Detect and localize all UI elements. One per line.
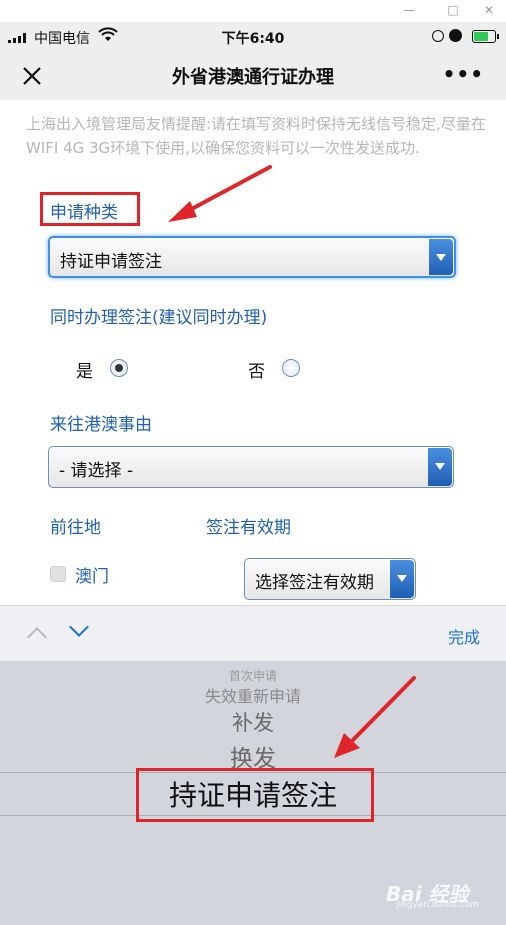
orientation-lock-icon — [432, 30, 444, 42]
alarm-icon — [449, 29, 462, 42]
validity-select[interactable]: 选择签注有效期 — [244, 558, 416, 600]
watermark-sub: jingyan.baidu.com — [396, 900, 480, 910]
more-button[interactable]: ••• — [443, 64, 484, 84]
picker-option[interactable]: 失效重新申请 — [0, 683, 506, 707]
nav-bar: 外省港澳通行证办理 ••• — [0, 52, 506, 100]
picker-toolbar: 完成 — [0, 605, 506, 661]
reason-select[interactable]: - 请选择 - — [48, 446, 454, 488]
yes-label: 是 — [76, 362, 93, 382]
chevron-up-icon[interactable] — [27, 627, 47, 647]
chevron-down-icon[interactable] — [69, 617, 89, 637]
dropdown-arrow-icon — [390, 560, 414, 598]
picker-option[interactable]: 首次申请 — [0, 667, 506, 684]
maximize-icon[interactable]: □ — [444, 2, 462, 18]
reason-label: 来往港澳事由 — [50, 415, 152, 435]
destination-label: 前往地 — [50, 518, 101, 538]
done-button[interactable]: 完成 — [448, 624, 480, 648]
simultaneous-label: 同时办理签注(建议同时办理) — [50, 308, 268, 328]
minimize-icon[interactable]: — — [400, 2, 418, 18]
highlight-box — [136, 768, 374, 822]
close-window-icon[interactable]: ✕ — [480, 2, 498, 18]
dropdown-arrow-icon — [428, 448, 452, 486]
form-content: 上海出入境管理局友情提醒:请在填写资料时保持无线信号稳定,尽量在WIFI 4G … — [0, 100, 506, 605]
yes-radio[interactable] — [110, 359, 128, 377]
apply-type-label: 申请种类 — [50, 203, 118, 223]
picker-option[interactable]: 补发 — [0, 707, 506, 737]
page-title: 外省港澳通行证办理 — [172, 67, 334, 88]
dropdown-arrow-icon — [429, 239, 453, 275]
validity-label: 签注有效期 — [206, 518, 291, 538]
status-time: 下午6:40 — [221, 31, 285, 47]
reason-value: - 请选择 - — [59, 461, 134, 481]
window-chrome: — □ ✕ — [0, 0, 506, 22]
watermark-logo: Bai 经验 jingyan.baidu.com — [386, 874, 480, 914]
battery-icon — [472, 30, 499, 43]
validity-value: 选择签注有效期 — [255, 573, 374, 593]
no-label: 否 — [248, 362, 265, 382]
status-bar: 中国电信 下午6:40 — [0, 22, 506, 52]
apply-type-select[interactable]: 持证申请签注 — [48, 236, 456, 278]
macau-label: 澳门 — [75, 567, 109, 587]
notice-text: 上海出入境管理局友情提醒:请在填写资料时保持无线信号稳定,尽量在WIFI 4G … — [26, 115, 486, 157]
apply-type-value: 持证申请签注 — [60, 252, 162, 272]
macau-checkbox[interactable] — [50, 566, 66, 582]
no-radio[interactable] — [282, 359, 300, 377]
